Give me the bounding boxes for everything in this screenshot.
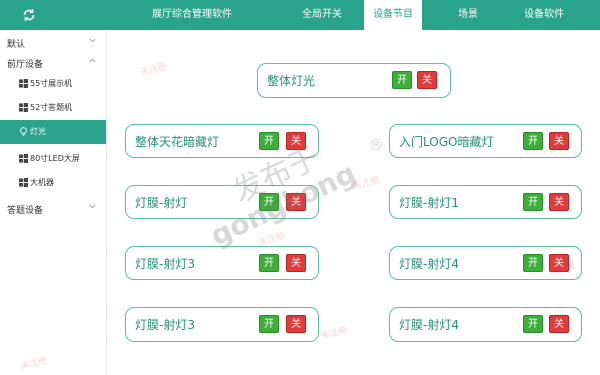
windows-icon <box>19 79 28 88</box>
top-navigation-bar: 展厅综合管理软件 全局开关 设备节目 场景 设备软件 <box>0 0 600 30</box>
off-button[interactable]: 关 <box>417 71 437 89</box>
off-button[interactable]: 关 <box>549 315 569 333</box>
off-button[interactable]: 关 <box>549 254 569 272</box>
tab-scene[interactable]: 场景 <box>440 0 496 30</box>
light-card: 整体天花暗藏灯 开 关 <box>125 124 319 158</box>
light-name: 灯膜-射灯3 <box>135 257 195 271</box>
light-card: 灯膜-射灯 开 关 <box>125 185 319 219</box>
on-button[interactable]: 开 <box>259 193 279 211</box>
light-card: 整体灯光 开 关 <box>257 63 451 98</box>
sidebar-item-label: 52寸答题机 <box>30 103 73 112</box>
refresh-icon <box>23 9 35 21</box>
sidebar-group-label: 默认 <box>7 40 26 50</box>
watermark-text: 未注册 <box>139 61 169 79</box>
tab-device-program[interactable]: 设备节目 <box>364 0 422 30</box>
off-button[interactable]: 关 <box>286 315 306 333</box>
chevron-down-icon <box>89 38 96 43</box>
sidebar-item-80-led[interactable]: 80寸LED大屏 <box>0 147 106 171</box>
chevron-up-icon <box>89 58 96 63</box>
sidebar-group-default[interactable]: 默认 <box>0 33 106 53</box>
light-name: 灯膜-射灯1 <box>399 196 459 210</box>
on-button[interactable]: 开 <box>523 254 543 272</box>
windows-icon <box>19 154 28 163</box>
light-name: 整体天花暗藏灯 <box>135 135 220 149</box>
chevron-down-icon <box>89 204 96 209</box>
sidebar-item-label: 灯光 <box>30 127 46 136</box>
bulb-icon <box>20 127 27 136</box>
light-card: 灯膜-射灯4 开 关 <box>389 307 582 342</box>
refresh-button[interactable] <box>20 6 38 24</box>
light-name: 灯膜-射灯 <box>135 196 188 210</box>
sidebar-group-label: 答题设备 <box>7 206 44 216</box>
sidebar-group-front-hall[interactable]: 前厅设备 <box>0 53 106 73</box>
off-button[interactable]: 关 <box>286 254 306 272</box>
on-button[interactable]: 开 <box>259 132 279 150</box>
light-card: 入门LOGO暗藏灯 开 关 <box>389 124 582 158</box>
on-button[interactable]: 开 <box>392 71 412 89</box>
on-button[interactable]: 开 <box>523 132 543 150</box>
sidebar-group-quiz[interactable]: 答题设备 <box>0 199 106 219</box>
light-card: 灯膜-射灯3 开 关 <box>125 307 319 342</box>
on-button[interactable]: 开 <box>523 315 543 333</box>
light-name: 灯膜-射灯4 <box>399 318 459 332</box>
app-title: 展厅综合管理软件 <box>152 9 232 20</box>
windows-icon <box>19 103 28 112</box>
windows-icon <box>19 178 28 187</box>
off-button[interactable]: 关 <box>286 132 306 150</box>
off-button[interactable]: 关 <box>549 132 569 150</box>
tab-device-software[interactable]: 设备软件 <box>508 0 580 30</box>
light-name: 整体灯光 <box>267 74 316 88</box>
watermark-text: 未注册 <box>319 325 349 343</box>
light-card: 灯膜-射灯1 开 关 <box>389 185 582 219</box>
light-name: 灯膜-射灯3 <box>135 318 195 332</box>
watermark-registered-mark: ® <box>368 135 384 154</box>
on-button[interactable]: 开 <box>259 254 279 272</box>
sidebar-item-55-display[interactable]: 55寸展示机 <box>0 72 106 96</box>
sidebar-item-52-quiz[interactable]: 52寸答题机 <box>0 96 106 120</box>
sidebar-item-big-machine[interactable]: 大机器 <box>0 171 106 195</box>
sidebar-item-lights[interactable]: 灯光 <box>0 120 106 144</box>
sidebar-item-label: 55寸展示机 <box>30 79 73 88</box>
on-button[interactable]: 开 <box>259 315 279 333</box>
light-card: 灯膜-射灯3 开 关 <box>125 246 319 280</box>
off-button[interactable]: 关 <box>549 193 569 211</box>
sidebar-group-label: 前厅设备 <box>7 60 44 70</box>
sidebar: 默认 前厅设备 55寸展示机 52寸答题机 灯光 80寸LED大屏 大机器 答题… <box>0 30 107 375</box>
off-button[interactable]: 关 <box>286 193 306 211</box>
tab-global-switch[interactable]: 全局开关 <box>286 0 358 30</box>
light-card: 灯膜-射灯4 开 关 <box>389 246 582 280</box>
light-name: 入门LOGO暗藏灯 <box>399 135 494 149</box>
sidebar-item-label: 80寸LED大屏 <box>30 154 80 163</box>
light-name: 灯膜-射灯4 <box>399 257 459 271</box>
watermark-text: 未注册 <box>351 175 381 193</box>
on-button[interactable]: 开 <box>523 193 543 211</box>
sidebar-item-label: 大机器 <box>30 178 54 187</box>
